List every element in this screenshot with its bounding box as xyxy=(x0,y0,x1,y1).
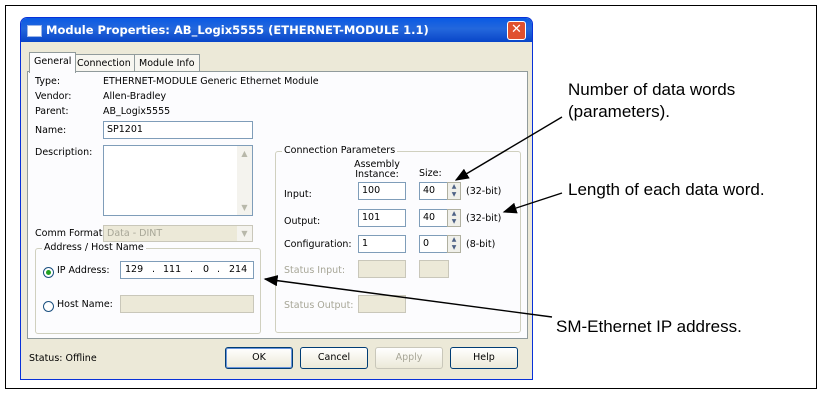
arrow-to-size-field xyxy=(454,116,563,181)
arrow-to-ip-field xyxy=(263,275,553,318)
tab-general[interactable]: General xyxy=(29,52,77,73)
arrow-to-size-unit xyxy=(502,192,563,214)
annotation-ip-address: SM-Ethernet IP address. xyxy=(556,317,742,336)
annotation-data-words: Number of data words xyxy=(568,80,736,99)
annotation-parameters: (parameters). xyxy=(568,102,671,121)
annotation-word-length: Length of each data word. xyxy=(568,180,765,199)
